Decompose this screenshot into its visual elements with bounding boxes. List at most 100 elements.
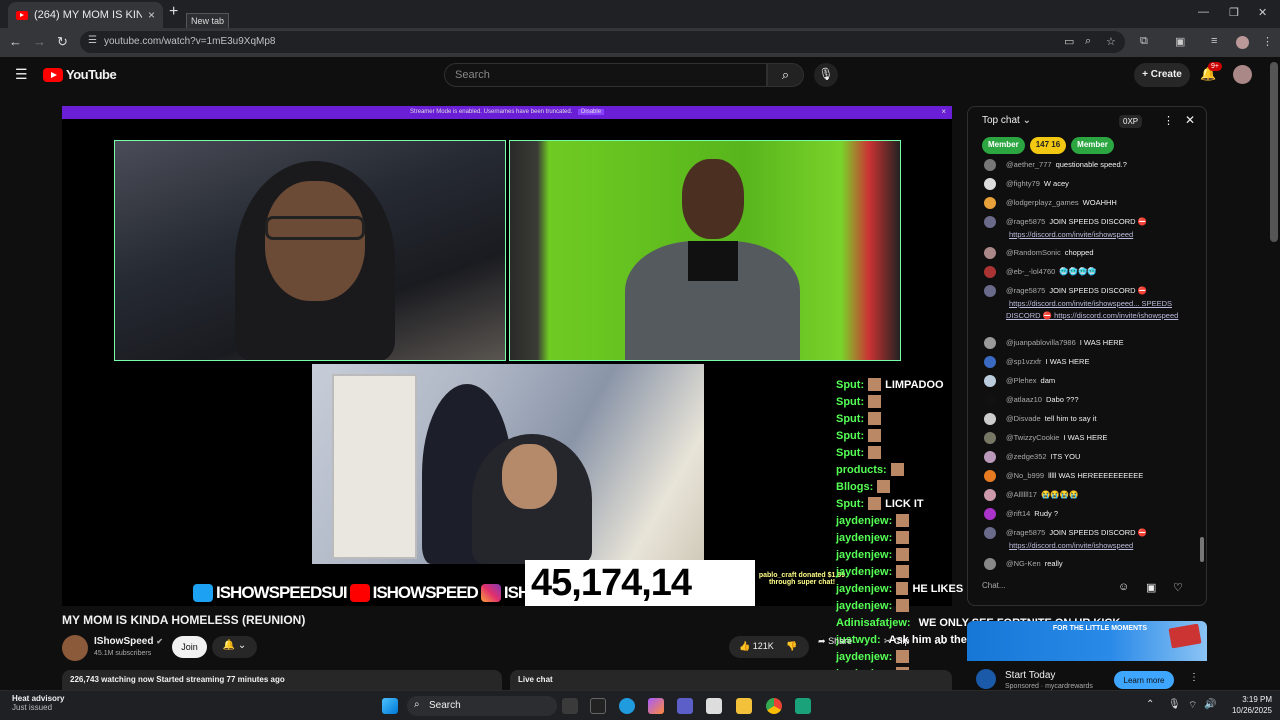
back-icon[interactable]: ← xyxy=(9,34,22,49)
chat-avatar[interactable] xyxy=(984,356,996,368)
account-avatar[interactable] xyxy=(1233,65,1252,84)
chat-avatar[interactable] xyxy=(984,508,996,520)
site-info-icon[interactable]: ☰ xyxy=(88,35,97,46)
chat-avatar[interactable] xyxy=(984,375,996,387)
volume-icon[interactable]: 🔊 xyxy=(1204,699,1216,710)
chat-input[interactable]: Chat... xyxy=(982,581,1132,590)
edge-icon[interactable] xyxy=(619,698,635,714)
search-button[interactable]: ⌕ xyxy=(767,63,804,87)
chat-author[interactable]: @atlaaz10 xyxy=(1006,395,1042,404)
extensions-icon[interactable]: ⧉ xyxy=(1140,35,1148,48)
chat-message[interactable]: @No_b999 lllll WAS HEREEEEEEEEEE xyxy=(982,470,1197,483)
disable-button[interactable]: Disable xyxy=(578,109,605,115)
install-icon[interactable]: ▭ xyxy=(1064,35,1074,48)
chat-avatar[interactable] xyxy=(984,413,996,425)
chat-link[interactable]: https://discord.com/invite/ishowspeed xyxy=(1009,541,1133,550)
taskbar-search[interactable]: ⌕ Search xyxy=(407,696,557,716)
chat-author[interactable]: @juanpablovilla7986 xyxy=(1006,338,1076,347)
forward-icon[interactable]: → xyxy=(33,34,46,49)
chat-message[interactable]: @zedge352 ITS YOU xyxy=(982,451,1197,464)
join-button[interactable]: Join xyxy=(172,636,207,658)
chat-message[interactable]: @TwizzyCookie I WAS HERE xyxy=(982,432,1197,445)
chat-author[interactable]: @rage5875 xyxy=(1006,528,1045,537)
browser-tab[interactable]: (264) MY MOM IS KINDA HOM × xyxy=(8,2,163,28)
chat-avatar[interactable] xyxy=(984,266,996,278)
ad-menu-icon[interactable]: ⋮ xyxy=(1189,672,1199,683)
weather-widget[interactable]: Heat advisory Just issued xyxy=(12,694,64,712)
chat-message[interactable]: @rage5875 JOIN SPEEDS DISCORD ⛔ https://di… xyxy=(982,527,1197,552)
mic-tray-icon[interactable]: 🎙 xyxy=(1168,699,1181,710)
heart-icon[interactable]: ♡ xyxy=(1173,581,1183,594)
chat-author[interactable]: @fighty79 xyxy=(1006,179,1040,188)
maximize-icon[interactable]: ❐ xyxy=(1229,6,1239,19)
chat-author[interactable]: @zedge352 xyxy=(1006,452,1047,461)
chat-scrollbar[interactable] xyxy=(1200,537,1204,562)
chat-author[interactable]: @Allllll17 xyxy=(1006,490,1037,499)
chat-author[interactable]: @NG-Ken xyxy=(1006,559,1041,568)
chat-message[interactable]: @rage5875 JOIN SPEEDS DISCORD ⛔ https://di… xyxy=(982,285,1197,323)
voice-search-button[interactable]: 🎙 xyxy=(814,63,838,87)
chat-avatar[interactable] xyxy=(984,527,996,539)
channel-avatar[interactable] xyxy=(62,635,88,661)
chat-avatar[interactable] xyxy=(984,558,996,570)
chat-author[interactable]: @RandomSonic xyxy=(1006,248,1061,257)
chat-author[interactable]: @aether_777 xyxy=(1006,160,1052,169)
file-explorer-icon[interactable] xyxy=(736,698,752,714)
share-button[interactable]: ➦ Share xyxy=(818,636,852,647)
system-clock[interactable]: 3:19 PM 10/26/2025 xyxy=(1224,694,1272,716)
minimize-icon[interactable]: — xyxy=(1198,6,1209,18)
app2-icon[interactable] xyxy=(795,698,811,714)
chat-message[interactable]: @eb-_-lol4760 🥶🥶🥶🥶 xyxy=(982,266,1197,279)
chat-message[interactable]: @Plehex dam xyxy=(982,375,1197,388)
chat-message[interactable]: @fighty79 W acey xyxy=(982,178,1197,191)
video-player[interactable]: Streamer Mode is enabled. Usernames have… xyxy=(62,106,952,606)
bookmark-star-icon[interactable]: ☆ xyxy=(1106,35,1116,48)
banner-close-icon[interactable]: × xyxy=(941,107,946,116)
youtube-logo[interactable]: YouTube xyxy=(43,67,117,82)
omnibox[interactable]: ☰ youtube.com/watch?v=1mE3u9XqMp8 xyxy=(80,31,1125,53)
chat-message[interactable]: @rage5875 JOIN SPEEDS DISCORD ⛔ https://di… xyxy=(982,216,1197,241)
tray-chevron-icon[interactable]: ⌃ xyxy=(1146,699,1154,710)
profile-avatar-icon[interactable] xyxy=(1236,36,1249,49)
chat-author[interactable]: @sp1vzxfr xyxy=(1006,357,1042,366)
task-view-icon[interactable] xyxy=(562,698,578,714)
chat-message[interactable]: @Disvade tell him to say it xyxy=(982,413,1197,426)
emoji-icon[interactable]: ☺ xyxy=(1118,581,1129,593)
chat-chip[interactable]: 147 16 xyxy=(1029,137,1067,154)
learn-more-button[interactable]: Learn more xyxy=(1114,671,1174,689)
clip-button[interactable]: ✂ Clip xyxy=(884,636,910,647)
window-close-icon[interactable]: ✕ xyxy=(1258,6,1267,19)
chat-message[interactable]: @NG-Ken really xyxy=(982,558,1197,571)
chat-author[interactable]: @rift14 xyxy=(1006,509,1030,518)
chat-chip[interactable]: Member xyxy=(1071,137,1114,154)
hamburger-menu-icon[interactable]: ☰ xyxy=(15,66,28,83)
chat-avatar[interactable] xyxy=(984,285,996,297)
live-chat-toggle[interactable]: Live chat xyxy=(510,670,952,692)
wifi-icon[interactable]: ⌔ xyxy=(1188,699,1197,712)
channel-name[interactable]: IShowSpeed ✔ xyxy=(94,636,163,647)
windows-start-icon[interactable] xyxy=(382,698,398,714)
chat-message[interactable]: @atlaaz10 Dabo ??? xyxy=(982,394,1197,407)
chat-link[interactable]: https://discord.com/invite/ishowspeed...… xyxy=(1006,299,1178,321)
chat-avatar[interactable] xyxy=(984,489,996,501)
chat-avatar[interactable] xyxy=(984,178,996,190)
thumbs-down-icon[interactable]: 👎 xyxy=(786,641,797,651)
teams-icon[interactable] xyxy=(677,698,693,714)
chrome-icon[interactable] xyxy=(766,698,782,714)
chat-avatar[interactable] xyxy=(984,470,996,482)
chat-avatar[interactable] xyxy=(984,247,996,259)
zoom-icon[interactable]: ⌕ xyxy=(1085,35,1091,48)
store-icon[interactable] xyxy=(706,698,722,714)
create-button[interactable]: + Create xyxy=(1134,63,1190,87)
advertiser-logo[interactable] xyxy=(976,669,996,689)
chat-avatar[interactable] xyxy=(984,337,996,349)
points-badge[interactable]: 0XP xyxy=(1119,115,1143,128)
chat-author[interactable]: @Disvade xyxy=(1006,414,1041,423)
chat-message[interactable]: @rift14 Rudy ? xyxy=(982,508,1197,521)
chat-mode-dropdown[interactable]: Top chat ⌄ xyxy=(982,115,1031,126)
page-scrollbar[interactable] xyxy=(1270,62,1278,242)
tab-close-icon[interactable]: × xyxy=(148,8,155,22)
new-tab-icon[interactable]: + xyxy=(169,3,178,21)
chat-avatar[interactable] xyxy=(984,159,996,171)
app-icon[interactable] xyxy=(590,698,606,714)
